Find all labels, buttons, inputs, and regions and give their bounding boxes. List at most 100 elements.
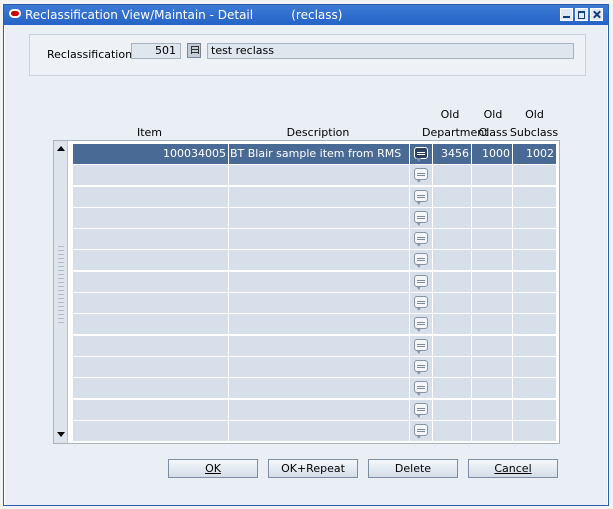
- row-comment-cell[interactable]: [410, 420, 432, 441]
- old-subclass-cell[interactable]: 1002: [513, 144, 556, 164]
- item-cell[interactable]: [73, 186, 228, 207]
- notes-icon[interactable]: [187, 43, 201, 58]
- item-cell[interactable]: [73, 165, 228, 186]
- item-cell[interactable]: [73, 250, 228, 271]
- comment-icon[interactable]: [414, 253, 428, 269]
- old-department-cell[interactable]: [433, 399, 471, 420]
- item-cell[interactable]: [73, 314, 228, 335]
- ok-repeat-button[interactable]: OK+Repeat: [268, 459, 358, 478]
- description-cell[interactable]: [229, 356, 409, 377]
- table-row[interactable]: [73, 293, 556, 315]
- description-cell[interactable]: [229, 207, 409, 228]
- row-comment-cell[interactable]: [410, 186, 432, 207]
- table-row[interactable]: [73, 165, 556, 187]
- old-department-cell[interactable]: [433, 356, 471, 377]
- row-comment-cell[interactable]: [410, 356, 432, 377]
- description-cell[interactable]: [229, 293, 409, 314]
- description-cell[interactable]: [229, 314, 409, 335]
- description-cell[interactable]: [229, 335, 409, 356]
- old-department-cell[interactable]: [433, 335, 471, 356]
- old-subclass-cell[interactable]: [513, 399, 556, 420]
- old-subclass-cell[interactable]: [513, 250, 556, 271]
- table-row[interactable]: 100034005 BT Blair sample item from RMS 34…: [73, 144, 556, 166]
- old-department-cell[interactable]: [433, 250, 471, 271]
- comment-icon[interactable]: [414, 168, 428, 184]
- comment-icon[interactable]: [414, 402, 428, 418]
- old-department-cell[interactable]: [433, 229, 471, 250]
- old-department-cell[interactable]: [433, 207, 471, 228]
- item-cell[interactable]: [73, 335, 228, 356]
- comment-icon[interactable]: [414, 296, 428, 312]
- description-cell[interactable]: [229, 186, 409, 207]
- old-class-cell[interactable]: [472, 165, 512, 186]
- old-department-cell[interactable]: [433, 314, 471, 335]
- comment-icon[interactable]: [414, 147, 428, 162]
- old-class-cell[interactable]: [472, 399, 512, 420]
- comment-icon[interactable]: [414, 359, 428, 375]
- comment-icon[interactable]: [414, 189, 428, 205]
- row-comment-cell[interactable]: [410, 250, 432, 271]
- old-department-cell[interactable]: [433, 186, 471, 207]
- description-cell[interactable]: [229, 399, 409, 420]
- item-cell[interactable]: [73, 356, 228, 377]
- old-subclass-cell[interactable]: [513, 420, 556, 441]
- table-row[interactable]: [73, 207, 556, 230]
- row-comment-cell[interactable]: [410, 165, 432, 186]
- item-cell[interactable]: [73, 207, 228, 228]
- old-subclass-cell[interactable]: [513, 335, 556, 356]
- item-cell[interactable]: [73, 378, 228, 399]
- old-subclass-cell[interactable]: [513, 229, 556, 250]
- row-comment-cell[interactable]: [410, 229, 432, 250]
- description-cell[interactable]: [229, 165, 409, 186]
- cancel-button[interactable]: Cancel: [468, 459, 558, 478]
- old-class-cell[interactable]: [472, 356, 512, 377]
- comment-icon[interactable]: [414, 274, 428, 290]
- row-comment-cell[interactable]: [410, 335, 432, 356]
- delete-button[interactable]: Delete: [368, 459, 458, 478]
- table-row[interactable]: [73, 356, 556, 379]
- old-department-cell[interactable]: [433, 420, 471, 441]
- description-cell[interactable]: BT Blair sample item from RMS: [229, 144, 409, 164]
- old-department-cell[interactable]: [433, 293, 471, 314]
- old-subclass-cell[interactable]: [513, 314, 556, 335]
- table-row[interactable]: [73, 420, 556, 443]
- old-class-cell[interactable]: [472, 207, 512, 228]
- description-cell[interactable]: [229, 229, 409, 250]
- old-class-cell[interactable]: [472, 420, 512, 441]
- old-subclass-cell[interactable]: [513, 165, 556, 186]
- old-class-cell[interactable]: [472, 229, 512, 250]
- maximize-button[interactable]: [575, 8, 588, 21]
- description-cell[interactable]: [229, 271, 409, 292]
- old-subclass-cell[interactable]: [513, 271, 556, 292]
- row-comment-cell[interactable]: [410, 399, 432, 420]
- old-department-cell[interactable]: [433, 378, 471, 399]
- item-cell[interactable]: 100034005: [73, 144, 228, 164]
- row-comment-cell[interactable]: [410, 207, 432, 228]
- table-row[interactable]: [73, 271, 556, 294]
- row-comment-cell[interactable]: [410, 144, 432, 164]
- reclassification-description-field[interactable]: test reclass: [207, 43, 574, 59]
- row-comment-cell[interactable]: [410, 271, 432, 292]
- item-cell[interactable]: [73, 399, 228, 420]
- comment-icon[interactable]: [414, 381, 428, 397]
- old-class-cell[interactable]: 1000: [472, 144, 512, 164]
- table-row[interactable]: [73, 399, 556, 421]
- old-department-cell[interactable]: 3456: [433, 144, 471, 164]
- title-bar[interactable]: Reclassification View/Maintain - Detail …: [4, 5, 608, 25]
- table-row[interactable]: [73, 378, 556, 400]
- old-subclass-cell[interactable]: [513, 293, 556, 314]
- old-class-cell[interactable]: [472, 186, 512, 207]
- item-cell[interactable]: [73, 420, 228, 441]
- old-subclass-cell[interactable]: [513, 186, 556, 207]
- old-class-cell[interactable]: [472, 271, 512, 292]
- item-cell[interactable]: [73, 293, 228, 314]
- old-subclass-cell[interactable]: [513, 356, 556, 377]
- description-cell[interactable]: [229, 420, 409, 441]
- old-class-cell[interactable]: [472, 293, 512, 314]
- old-class-cell[interactable]: [472, 378, 512, 399]
- vertical-scrollbar[interactable]: [54, 141, 68, 443]
- table-row[interactable]: [73, 186, 556, 208]
- old-subclass-cell[interactable]: [513, 378, 556, 399]
- close-button[interactable]: [590, 8, 603, 21]
- table-row[interactable]: [73, 229, 556, 251]
